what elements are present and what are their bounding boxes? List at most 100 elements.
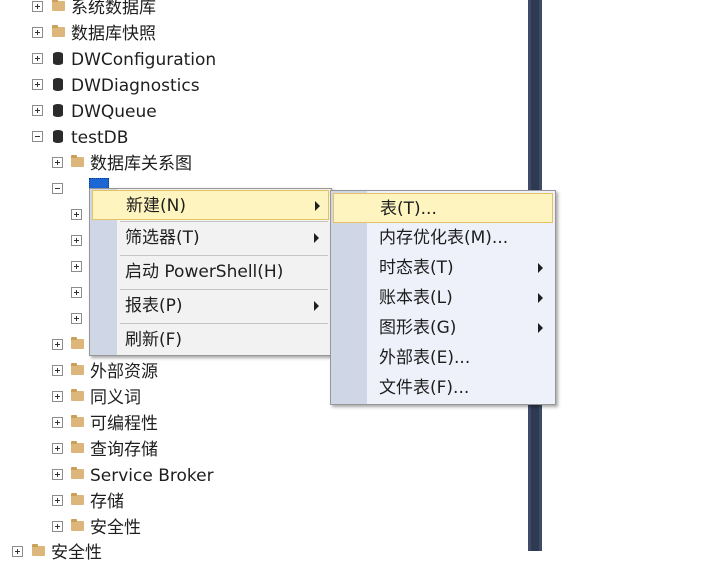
menu-separator bbox=[120, 221, 328, 222]
expand-plus-icon[interactable] bbox=[71, 287, 82, 298]
menu-item-memory-optimized-table[interactable]: 内存优化表(M)... bbox=[333, 223, 553, 253]
expand-plus-icon[interactable] bbox=[52, 521, 63, 532]
tree-node-service-broker[interactable]: Service Broker bbox=[0, 463, 520, 489]
tree-node-storage[interactable]: 存储 bbox=[0, 489, 520, 515]
expand-plus-icon[interactable] bbox=[52, 495, 63, 506]
tree-node-dwconfiguration[interactable]: DWConfiguration bbox=[0, 47, 520, 73]
folder-icon bbox=[71, 519, 84, 531]
submenu-arrow-icon bbox=[538, 293, 543, 303]
tree-node-label: 查询存储 bbox=[90, 440, 158, 460]
collapse-minus-icon[interactable] bbox=[52, 183, 63, 194]
expand-plus-icon[interactable] bbox=[71, 235, 82, 246]
menu-item-new[interactable]: 新建(N) bbox=[92, 190, 329, 220]
menu-item-reports[interactable]: 报表(P) bbox=[92, 291, 329, 321]
expand-plus-icon[interactable] bbox=[32, 105, 43, 116]
folder-icon bbox=[71, 493, 84, 505]
tree-node-label: 系统数据库 bbox=[71, 0, 156, 18]
expand-plus-icon[interactable] bbox=[52, 365, 63, 376]
tree-node-label: DWQueue bbox=[71, 102, 157, 122]
expand-plus-icon[interactable] bbox=[32, 27, 43, 38]
expand-plus-icon[interactable] bbox=[71, 313, 82, 324]
tree-node-dwdiagnostics[interactable]: DWDiagnostics bbox=[0, 73, 520, 99]
tree-node-testdb[interactable]: testDB bbox=[0, 125, 520, 151]
folder-icon bbox=[71, 155, 84, 167]
database-icon bbox=[53, 52, 63, 65]
tree-node-label: 安全性 bbox=[51, 543, 102, 563]
menu-item-label: 筛选器(T) bbox=[125, 228, 200, 248]
menu-item-start-powershell[interactable]: 启动 PowerShell(H) bbox=[92, 257, 329, 287]
menu-item-label: 刷新(F) bbox=[125, 330, 183, 350]
tree-node-label: 外部资源 bbox=[90, 362, 158, 382]
database-icon bbox=[53, 78, 63, 91]
expand-plus-icon[interactable] bbox=[71, 261, 82, 272]
tree-node-tables[interactable] bbox=[0, 177, 90, 203]
submenu-arrow-icon bbox=[314, 233, 319, 243]
menu-item-label: 启动 PowerShell(H) bbox=[125, 262, 284, 282]
expand-plus-icon[interactable] bbox=[52, 417, 63, 428]
database-icon bbox=[53, 104, 63, 117]
folder-icon bbox=[52, 25, 65, 37]
menu-item-label: 账本表(L) bbox=[379, 288, 453, 308]
tree-node-label: 存储 bbox=[90, 492, 124, 512]
menu-item-label: 表(T)... bbox=[380, 199, 437, 219]
folder-icon bbox=[71, 441, 84, 453]
submenu-arrow-icon bbox=[538, 323, 543, 333]
tree-node-label: 可编程性 bbox=[90, 414, 158, 434]
tree-node-label: DWDiagnostics bbox=[71, 76, 200, 96]
menu-item-temporal-table[interactable]: 时态表(T) bbox=[333, 253, 553, 283]
menu-item-label: 时态表(T) bbox=[379, 258, 454, 278]
tree-node-label: Service Broker bbox=[90, 466, 214, 486]
submenu-arrow-icon bbox=[315, 201, 320, 211]
tree-node-security-db[interactable]: 安全性 bbox=[0, 515, 520, 541]
tree-node-security-server[interactable]: 安全性 bbox=[0, 540, 520, 566]
menu-item-graph-table[interactable]: 图形表(G) bbox=[333, 313, 553, 343]
expand-plus-icon[interactable] bbox=[12, 546, 23, 557]
tree-node-label: 安全性 bbox=[90, 518, 141, 538]
menu-separator bbox=[120, 255, 328, 256]
tree-node-label: testDB bbox=[71, 128, 129, 148]
folder-icon bbox=[71, 363, 84, 375]
folder-icon bbox=[71, 415, 84, 427]
tree-node-label: 数据库关系图 bbox=[90, 154, 192, 174]
new-submenu: 表(T)... 内存优化表(M)... 时态表(T) 账本表(L) 图形表(G)… bbox=[330, 190, 556, 405]
folder-icon bbox=[71, 337, 84, 349]
tree-node-query-store[interactable]: 查询存储 bbox=[0, 437, 520, 463]
tree-node-programmability[interactable]: 可编程性 bbox=[0, 411, 520, 437]
menu-item-table[interactable]: 表(T)... bbox=[333, 193, 553, 223]
expand-plus-icon[interactable] bbox=[32, 1, 43, 12]
expand-plus-icon[interactable] bbox=[52, 157, 63, 168]
tree-node-database-snapshots[interactable]: 数据库快照 bbox=[0, 21, 520, 47]
menu-item-label: 外部表(E)... bbox=[379, 348, 471, 368]
submenu-arrow-icon bbox=[538, 263, 543, 273]
database-icon bbox=[53, 130, 63, 143]
tree-node-hidden[interactable] bbox=[0, 333, 90, 359]
tree-node-label: 同义词 bbox=[90, 388, 141, 408]
expand-plus-icon[interactable] bbox=[71, 209, 82, 220]
expand-plus-icon[interactable] bbox=[52, 469, 63, 480]
folder-icon bbox=[52, 0, 65, 11]
menu-item-ledger-table[interactable]: 账本表(L) bbox=[333, 283, 553, 313]
tree-node-system-databases[interactable]: 系统数据库 bbox=[0, 0, 520, 21]
collapse-minus-icon[interactable] bbox=[32, 131, 43, 142]
expand-plus-icon[interactable] bbox=[32, 79, 43, 90]
tree-node-dwqueue[interactable]: DWQueue bbox=[0, 99, 520, 125]
expand-plus-icon[interactable] bbox=[52, 339, 63, 350]
folder-icon bbox=[32, 544, 45, 556]
menu-item-external-table[interactable]: 外部表(E)... bbox=[333, 343, 553, 373]
context-menu: 新建(N) 筛选器(T) 启动 PowerShell(H) 报表(P) 刷新(F… bbox=[89, 188, 332, 356]
menu-item-label: 报表(P) bbox=[125, 296, 183, 316]
menu-item-refresh[interactable]: 刷新(F) bbox=[92, 325, 329, 355]
menu-item-label: 新建(N) bbox=[126, 196, 186, 216]
menu-item-label: 文件表(F)... bbox=[379, 378, 470, 398]
expand-plus-icon[interactable] bbox=[32, 53, 43, 64]
expand-plus-icon[interactable] bbox=[52, 443, 63, 454]
folder-icon bbox=[71, 389, 84, 401]
folder-icon bbox=[71, 467, 84, 479]
tree-node-database-diagrams[interactable]: 数据库关系图 bbox=[0, 151, 520, 177]
menu-item-file-table[interactable]: 文件表(F)... bbox=[333, 373, 553, 403]
menu-separator bbox=[120, 289, 328, 290]
tree-node-label: DWConfiguration bbox=[71, 50, 217, 70]
menu-item-filter[interactable]: 筛选器(T) bbox=[92, 223, 329, 253]
expand-plus-icon[interactable] bbox=[52, 391, 63, 402]
menu-item-label: 图形表(G) bbox=[379, 318, 457, 338]
